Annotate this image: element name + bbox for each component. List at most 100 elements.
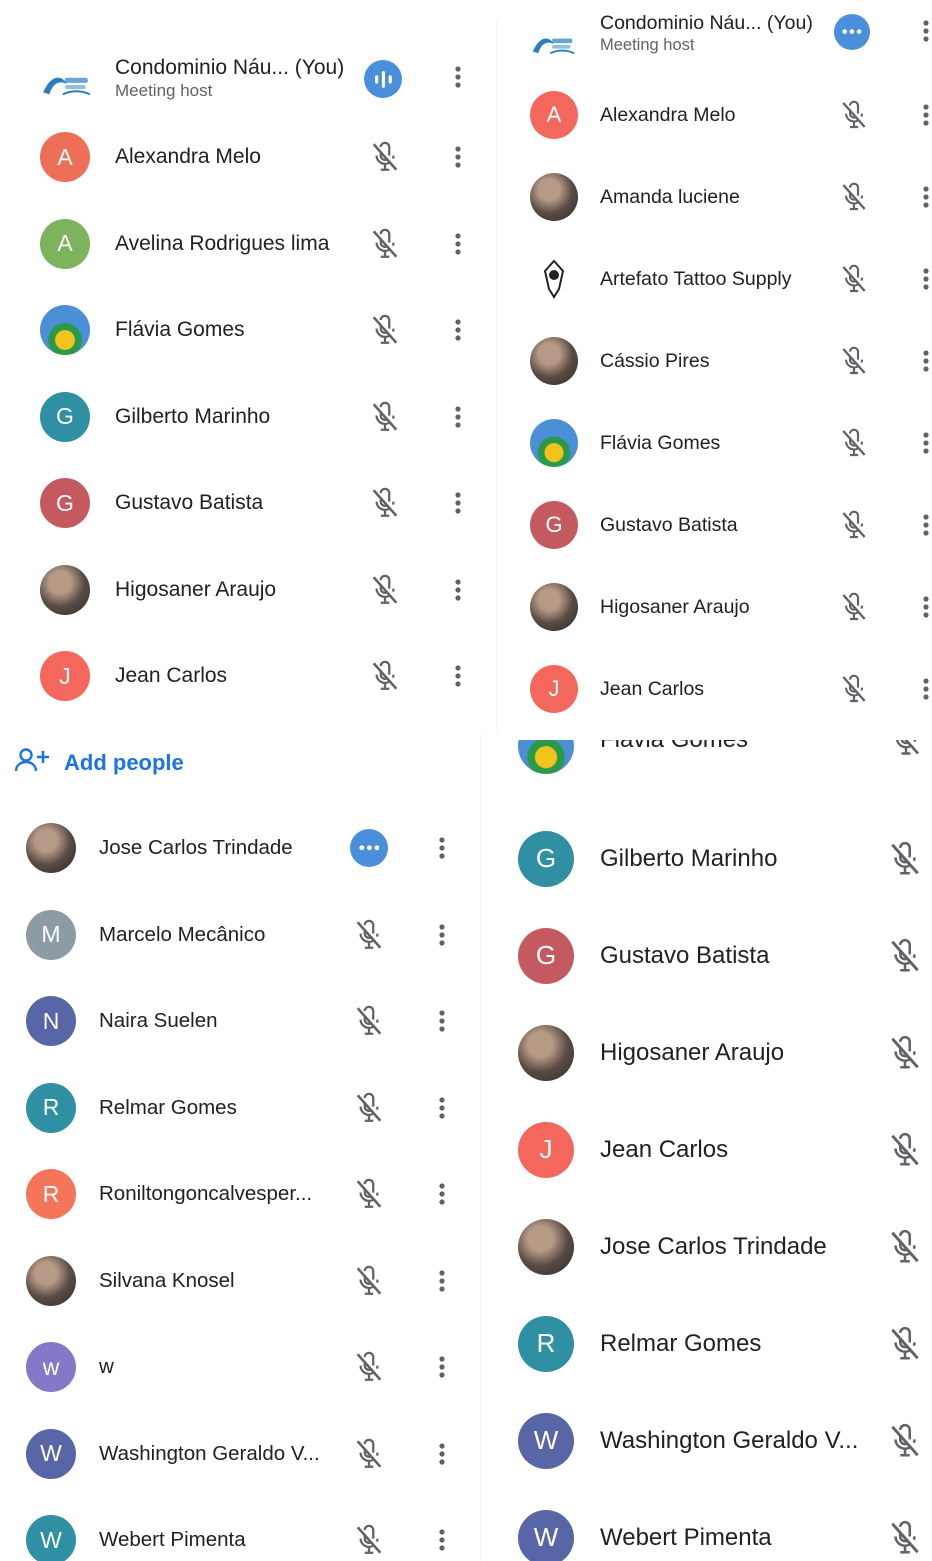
participant-logo (530, 255, 578, 303)
more-options-icon[interactable] (454, 144, 462, 175)
participant-name: Naira Suelen (99, 1009, 218, 1033)
participant-name: Jose Carlos Trindade (600, 1232, 827, 1260)
participant-avatar: M (26, 909, 76, 960)
mic-off-icon (352, 1350, 386, 1389)
more-options-icon[interactable] (922, 18, 930, 49)
more-options-icon[interactable] (438, 1527, 446, 1558)
participant-avatar: N (26, 996, 76, 1047)
mic-off-icon (352, 1437, 386, 1476)
participant-name: Higosaner Araujo (115, 577, 277, 601)
avatar-initial: W (40, 1440, 62, 1467)
participant-name: Flávia Gomes (600, 740, 748, 754)
avatar-initial: R (42, 1180, 60, 1207)
participant-avatar: R (518, 1315, 574, 1372)
mic-off-icon (368, 659, 402, 698)
participant-avatar: W (518, 1509, 574, 1561)
more-options-icon[interactable] (438, 1181, 446, 1212)
participant-avatar: w (26, 1342, 76, 1393)
more-options-icon[interactable] (922, 102, 930, 133)
participant-avatar: J (530, 665, 578, 713)
participant-name: Alexandra Melo (600, 103, 736, 126)
more-options-icon[interactable] (438, 1268, 446, 1299)
mic-off-icon (368, 400, 402, 439)
participant-name: Relmar Gomes (99, 1095, 237, 1119)
participant-avatar: G (40, 478, 90, 529)
mic-off-icon (838, 263, 870, 300)
participant-name: Washington Geraldo V... (600, 1426, 859, 1454)
mic-off-icon (886, 937, 924, 980)
participant-name: Higosaner Araujo (600, 1038, 785, 1066)
participants-panel-bottom-left: Add people Jose Carlos Trindade M Marcelo M… (0, 735, 481, 1561)
more-options-icon[interactable] (438, 1354, 446, 1385)
participant-name: Cássio Pires (600, 349, 710, 372)
mic-off-icon (886, 1131, 924, 1174)
more-options-icon[interactable] (438, 1441, 446, 1472)
participant-name: Gustavo Batista (115, 491, 264, 515)
host-role: Meeting host (115, 81, 213, 100)
participant-photo (530, 173, 578, 221)
participant-avatar: W (518, 1412, 574, 1469)
avatar-initial: G (56, 403, 74, 430)
mic-off-icon (368, 140, 402, 179)
status-dots-icon (834, 14, 870, 50)
mic-off-icon (368, 227, 402, 266)
mic-off-icon (888, 740, 924, 763)
mic-off-icon (368, 573, 402, 612)
participants-panel-top-left: Condominio Náu... (You) Meeting host A Alex… (8, 20, 497, 730)
participant-photo (518, 1218, 574, 1275)
more-options-icon[interactable] (922, 184, 930, 215)
participant-photo (40, 564, 90, 615)
more-options-icon[interactable] (438, 1008, 446, 1039)
participant-avatar: J (40, 651, 90, 702)
status-dots-icon (350, 829, 388, 868)
participant-avatar: R (26, 1082, 76, 1133)
participant-avatar: G (530, 501, 578, 549)
avatar-initial: W (40, 1526, 62, 1553)
participant-photo (518, 1024, 574, 1081)
more-options-icon[interactable] (454, 317, 462, 348)
more-options-icon[interactable] (922, 676, 930, 707)
mic-off-icon (886, 840, 924, 883)
participant-photo (518, 740, 574, 774)
host-name: Condominio Náu... (You) (600, 12, 813, 34)
more-options-icon[interactable] (454, 404, 462, 435)
more-options-icon[interactable] (922, 430, 930, 461)
participant-name: Gilberto Marinho (600, 844, 778, 872)
more-options-icon[interactable] (438, 1095, 446, 1126)
more-options-icon[interactable] (454, 577, 462, 608)
participant-avatar: W (26, 1515, 76, 1561)
add-people-button[interactable]: Add people (14, 747, 184, 779)
more-options-icon[interactable] (454, 64, 462, 95)
participant-name: Higosaner Araujo (600, 595, 750, 618)
mic-off-icon (368, 313, 402, 352)
avatar-initial: N (42, 1007, 60, 1034)
mic-off-icon (838, 509, 870, 546)
more-options-icon[interactable] (922, 348, 930, 379)
more-options-icon[interactable] (438, 922, 446, 953)
more-options-icon[interactable] (438, 835, 446, 866)
participant-photo (40, 305, 90, 356)
participant-photo (530, 583, 578, 631)
participant-name: Jean Carlos (600, 677, 705, 700)
more-options-icon[interactable] (454, 231, 462, 262)
mic-off-icon (838, 99, 870, 136)
mic-off-icon (352, 1091, 386, 1130)
more-options-icon[interactable] (922, 512, 930, 543)
avatar-initial: R (536, 1328, 556, 1358)
participant-name: Flávia Gomes (115, 318, 245, 342)
host-logo (40, 69, 92, 102)
more-options-icon[interactable] (922, 594, 930, 625)
more-options-icon[interactable] (454, 490, 462, 521)
avatar-initial: W (533, 1522, 559, 1552)
add-people-label: Add people (64, 750, 184, 775)
avatar-initial: G (535, 940, 557, 970)
participant-photo (26, 1255, 76, 1306)
mic-off-icon (886, 1519, 924, 1561)
mic-off-icon (886, 1422, 924, 1465)
more-options-icon[interactable] (922, 266, 930, 297)
more-options-icon[interactable] (454, 663, 462, 694)
mic-off-icon (886, 1228, 924, 1271)
mic-off-icon (838, 591, 870, 628)
mic-off-icon (886, 1034, 924, 1077)
host-role: Meeting host (600, 35, 695, 54)
